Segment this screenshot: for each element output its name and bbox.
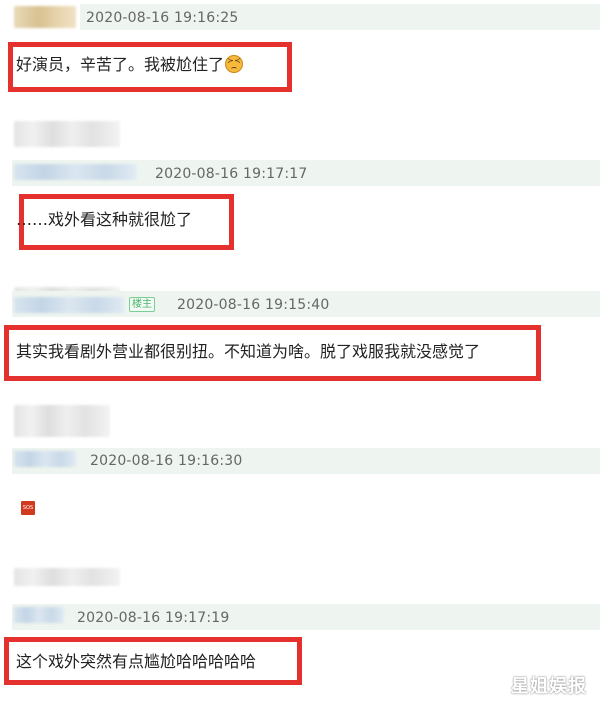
comment-timestamp: 2020-08-16 19:17:17 bbox=[155, 166, 308, 182]
comment-text: 这个戏外突然有点尴尬哈哈哈哈哈 bbox=[16, 652, 257, 671]
comment-timestamp: 2020-08-16 19:16:25 bbox=[86, 10, 239, 26]
user-name-blurred bbox=[14, 607, 64, 623]
comment-text: ……戏外看这种就很尬了 bbox=[16, 210, 193, 229]
grimacing-face-emoji-icon bbox=[225, 55, 244, 73]
user-name-blurred bbox=[14, 451, 76, 467]
comment-timestamp: 2020-08-16 19:15:40 bbox=[177, 297, 330, 313]
comment-timestamp: 2020-08-16 19:16:30 bbox=[90, 453, 243, 469]
comment-text-content: 好演员，辛苦了。我被尬住了 bbox=[16, 55, 225, 74]
comment-text: 好演员，辛苦了。我被尬住了 bbox=[16, 54, 244, 76]
comment-text: 其实我看剧外营业都很别扭。不知道为啥。脱了戏服我就没感觉了 bbox=[16, 342, 481, 361]
owner-badge: 楼主 bbox=[129, 297, 155, 312]
avatar-blurred bbox=[14, 405, 110, 437]
comment-timestamp: 2020-08-16 19:17:19 bbox=[77, 610, 230, 626]
watermark: 星姐娱报 bbox=[511, 676, 587, 697]
avatar-blurred bbox=[14, 121, 120, 147]
user-name-blurred bbox=[14, 164, 136, 180]
user-name-blurred bbox=[14, 6, 76, 28]
sos-sticker-icon: SOS bbox=[21, 501, 35, 515]
user-name-blurred bbox=[14, 297, 124, 313]
avatar-blurred bbox=[14, 568, 120, 586]
